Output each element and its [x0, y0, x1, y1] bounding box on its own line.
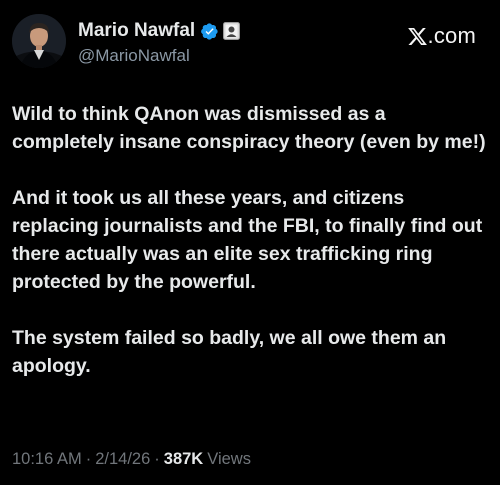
- post-paragraph: And it took us all these years, and citi…: [12, 187, 483, 293]
- views-count[interactable]: 387K: [164, 450, 203, 469]
- brand-mark: .com: [407, 20, 476, 52]
- verified-badge-icon[interactable]: [200, 22, 219, 41]
- author-identity: Mario Nawfal @MarioNawfal: [78, 18, 358, 66]
- post-time[interactable]: 10:16 AM: [12, 450, 82, 469]
- meta-separator: ·: [85, 450, 92, 468]
- meta-separator: ·: [154, 450, 160, 468]
- avatar-image: [12, 14, 66, 68]
- x-logo-icon: [407, 26, 428, 47]
- affiliate-badge-icon[interactable]: [223, 22, 241, 40]
- post-body: Wild to think QAnon was dismissed as a c…: [12, 100, 488, 380]
- brand-domain: .com: [427, 23, 476, 48]
- name-row: Mario Nawfal: [78, 18, 358, 44]
- author-display-name[interactable]: Mario Nawfal: [78, 20, 195, 42]
- views-label: Views: [207, 450, 251, 468]
- post-paragraph: Wild to think QAnon was dismissed as a c…: [12, 103, 486, 153]
- post-paragraph: The system failed so badly, we all owe t…: [12, 327, 447, 377]
- post-meta: 10:16 AM · 2/14/26 · 387K Views: [12, 450, 251, 469]
- post-card: Mario Nawfal @MarioNawfal .com Wild to t…: [0, 0, 500, 485]
- avatar[interactable]: [12, 14, 66, 68]
- post-date[interactable]: 2/14/26: [95, 450, 150, 469]
- post-header: Mario Nawfal @MarioNawfal .com: [12, 12, 488, 70]
- author-handle[interactable]: @MarioNawfal: [78, 46, 358, 66]
